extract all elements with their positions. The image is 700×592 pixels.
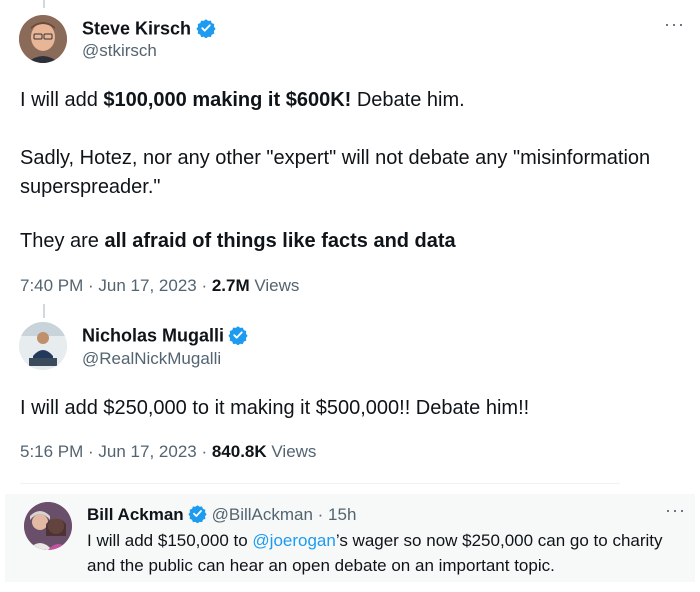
avatar-steve-kirsch[interactable] [19,15,67,63]
author-name[interactable]: Bill Ackman [87,505,184,524]
thread-line-middle [43,304,45,318]
tweet-text-line1: I will add $100,000 making it $600K! Deb… [20,89,465,111]
view-count: 840.8K [211,442,267,461]
author-handle[interactable]: @RealNickMugalli [82,349,221,369]
tweet-text-line3: They are all afraid of things like facts… [20,230,456,252]
verified-badge-icon [188,504,207,528]
divider [20,483,620,484]
tweet-timestamp[interactable]: 7:40 PM · Jun 17, 2023 · 2.7M Views [20,276,299,296]
view-count: 2.7M [211,276,250,295]
thread-line-top [43,0,45,8]
avatar-nicholas-mugalli[interactable] [19,322,67,370]
author-handle[interactable]: @BillAckman · 15h [212,505,357,524]
author-name[interactable]: Nicholas Mugalli [82,326,224,346]
tweet-text: I will add $250,000 to it making it $500… [20,397,530,419]
author-name[interactable]: Steve Kirsch [82,19,191,39]
mention-link[interactable]: @joerogan [252,531,335,550]
quoted-tweet-text: I will add $150,000 to @joerogan’s wager… [87,531,663,575]
more-options-icon[interactable]: ··· [664,14,685,35]
author-handle[interactable]: @stkirsch [82,41,157,61]
tweet-text-line2: Sadly, Hotez, nor any other "expert" wil… [20,147,651,198]
quoted-tweet-bill-ackman[interactable]: Bill Ackman @BillAckman · 15h ··· I will… [5,494,695,582]
tweet-timestamp[interactable]: 5:16 PM · Jun 17, 2023 · 840.8K Views [20,442,316,462]
avatar-bill-ackman[interactable] [24,502,72,550]
verified-badge-icon [195,18,216,43]
more-options-icon[interactable]: ··· [665,500,686,521]
verified-badge-icon [228,325,249,350]
